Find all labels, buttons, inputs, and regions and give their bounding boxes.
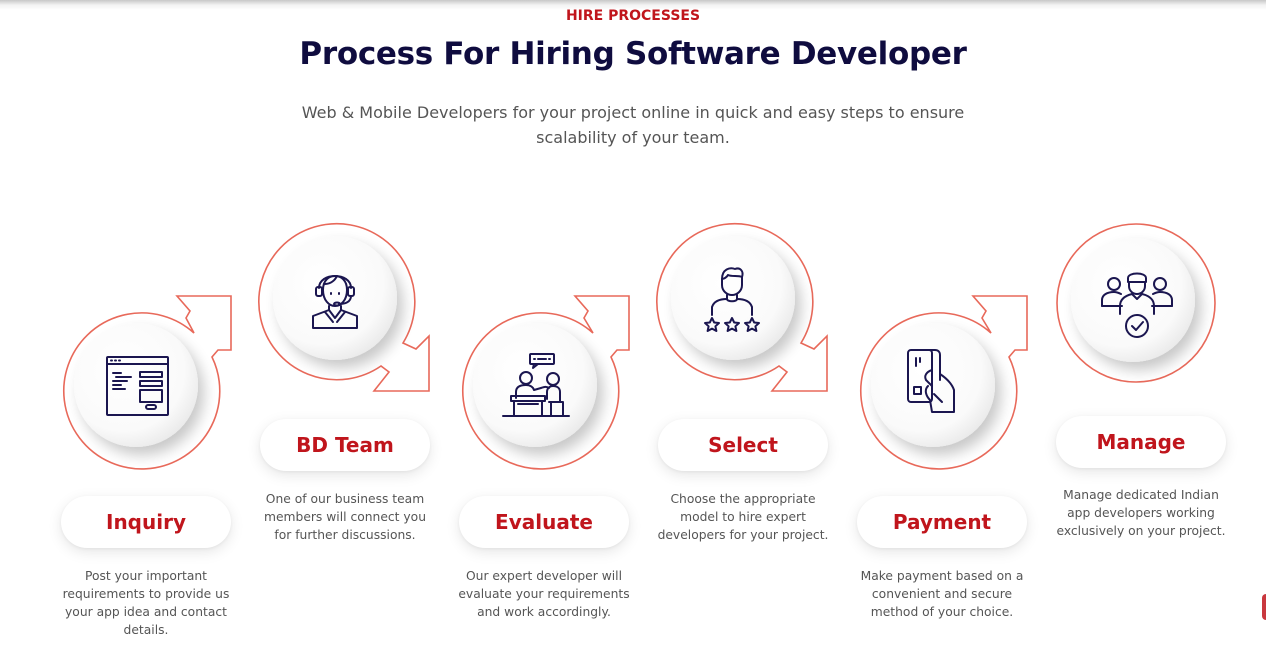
step-select-button[interactable]: Select	[658, 419, 828, 471]
step-manage-description: Manage dedicated Indian app developers w…	[1056, 488, 1226, 538]
step-label: Select	[708, 433, 778, 457]
step-bd-team-graphic	[258, 222, 430, 392]
icon-disc	[473, 323, 597, 447]
step-evaluate-description: Our expert developer will evaluate your …	[458, 569, 630, 619]
step-payment-description: Make payment based on a convenient and s…	[860, 569, 1024, 619]
step-label: Evaluate	[495, 510, 593, 534]
icon-disc	[273, 236, 397, 360]
step-payment-button[interactable]: Payment	[857, 496, 1027, 548]
step-bd-team-description: One of our business team members will co…	[263, 492, 426, 542]
step-manage-graphic	[1056, 223, 1216, 383]
step-label: Inquiry	[106, 510, 186, 534]
process-steps-graphic	[63, 222, 1216, 470]
step-inquiry-button[interactable]: Inquiry	[61, 496, 231, 548]
icon-disc	[74, 323, 198, 447]
step-evaluate-button[interactable]: Evaluate	[459, 496, 629, 548]
step-select-graphic	[656, 222, 828, 392]
icon-disc	[671, 236, 795, 360]
step-inquiry-graphic	[63, 295, 232, 470]
step-bd-team-button[interactable]: BD Team	[260, 419, 430, 471]
step-inquiry-description: Post your important requirements to prov…	[62, 569, 230, 637]
step-select-description: Choose the appropriate model to hire exp…	[657, 492, 829, 542]
floating-chat-tab[interactable]	[1262, 594, 1266, 620]
icon-disc	[1071, 238, 1195, 362]
step-label: Manage	[1096, 430, 1186, 454]
step-label: BD Team	[296, 433, 394, 457]
step-evaluate-graphic	[462, 295, 630, 470]
step-payment-graphic	[860, 295, 1028, 470]
step-manage-button[interactable]: Manage	[1056, 416, 1226, 468]
step-label: Payment	[892, 510, 992, 534]
